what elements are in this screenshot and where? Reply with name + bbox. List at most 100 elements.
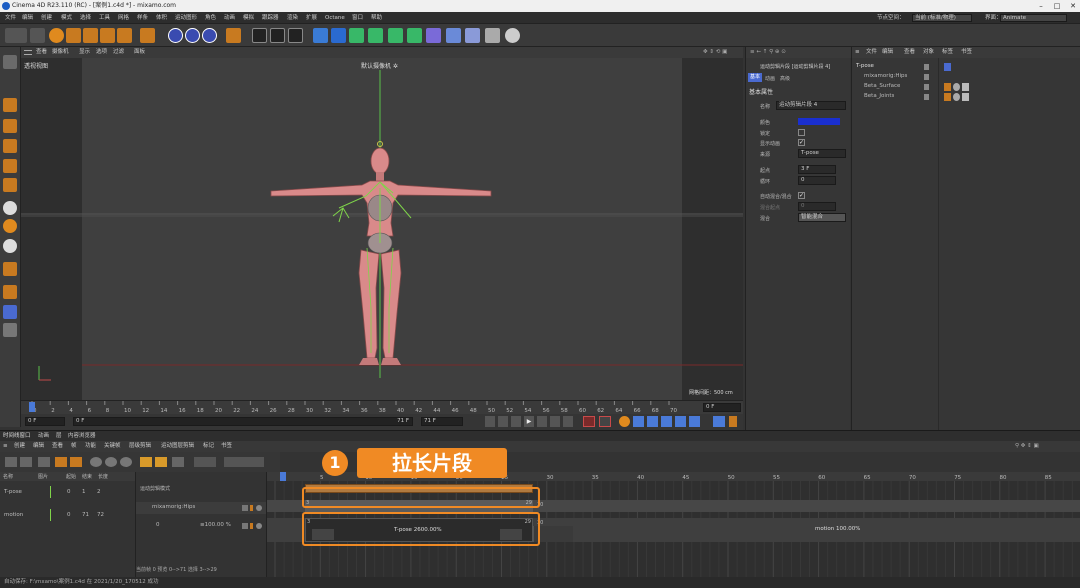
layout-select[interactable]: 当前 (标准/物理) — [912, 14, 972, 22]
undo-button[interactable] — [5, 28, 27, 43]
attr-automix-checkbox[interactable]: ✓ — [798, 192, 805, 199]
tl-tool-11-icon[interactable] — [172, 457, 184, 467]
tl-tool-1-icon[interactable] — [5, 457, 17, 467]
pen-icon[interactable] — [331, 28, 346, 43]
attr-offset-field[interactable]: 3 F — [798, 165, 836, 174]
om-menu-file[interactable]: 文件 — [866, 47, 877, 58]
tl-menu-motion-clip[interactable]: 运动图层剪辑 — [161, 441, 194, 452]
texture-mode-icon[interactable] — [3, 98, 17, 112]
rotate-icon[interactable] — [100, 28, 115, 43]
y-axis-icon[interactable] — [185, 28, 200, 43]
tl-tool-13-icon[interactable] — [224, 457, 264, 467]
material-tag-icon[interactable] — [953, 93, 960, 101]
tl-tool-6-icon[interactable] — [90, 457, 102, 467]
character-model[interactable] — [21, 58, 743, 400]
key-position-icon[interactable] — [619, 416, 630, 427]
skin-tag-icon[interactable] — [944, 83, 951, 91]
redo-button[interactable] — [30, 28, 45, 43]
close-icon[interactable]: ✕ — [1066, 0, 1080, 12]
paint-icon[interactable] — [3, 285, 17, 299]
tl-tool-7-icon[interactable] — [105, 457, 117, 467]
playhead[interactable] — [29, 402, 35, 412]
perspective-viewport[interactable]: 透视视图 默认摄像机 ✲ 网格间距：500 cm — [21, 58, 743, 400]
camera-icon[interactable] — [465, 28, 480, 43]
deformer-icon[interactable] — [388, 28, 403, 43]
axis-mode-icon[interactable] — [3, 178, 17, 192]
magnet-icon[interactable] — [3, 262, 17, 276]
attr-showanim-checkbox[interactable]: ✓ — [798, 139, 805, 146]
vp-menu-panel[interactable]: 面板 — [134, 47, 145, 58]
attr-source-field[interactable]: T-pose — [798, 149, 846, 158]
cloner-icon[interactable] — [368, 28, 383, 43]
attr-mixstart-field[interactable]: 0 — [798, 202, 836, 211]
clip-row-motion[interactable]: motion 0 71 72 — [0, 509, 135, 523]
tl-menu-bookmarks[interactable]: 书签 — [221, 441, 232, 452]
clip-solo-icon[interactable] — [242, 523, 248, 529]
tl-tool-9-icon[interactable] — [140, 457, 152, 467]
attr-name-field[interactable]: 运动剪辑片段 4 — [776, 101, 846, 110]
tl-tool-5-icon[interactable] — [70, 457, 82, 467]
tab-content-browser[interactable]: 内容浏览器 — [68, 431, 96, 441]
om-menu-icon[interactable]: ≡ — [855, 47, 860, 58]
maximize-icon[interactable]: □ — [1050, 0, 1064, 12]
tag-icon[interactable] — [944, 63, 951, 71]
interface-select[interactable]: Animate — [1000, 14, 1067, 22]
current-frame-field[interactable]: 0 F 71 F — [73, 417, 413, 426]
menu-render[interactable]: 渲染 — [287, 12, 298, 24]
subdivision-icon[interactable] — [349, 28, 364, 43]
tl-menu-keys[interactable]: 关键帧 — [104, 441, 121, 452]
attr-tab-advanced[interactable]: 高级 — [780, 75, 790, 82]
vp-menu-view[interactable]: 查看 — [36, 47, 47, 58]
tl-menu-layer-clip[interactable]: 层级剪辑 — [129, 441, 151, 452]
visibility-icon[interactable] — [924, 84, 929, 90]
points-mode-icon[interactable] — [3, 119, 17, 133]
menu-spline[interactable]: 样条 — [137, 12, 148, 24]
minimize-icon[interactable]: – — [1034, 0, 1048, 12]
transform-icon[interactable] — [140, 28, 155, 43]
tl-menu-markers[interactable]: 标记 — [203, 441, 214, 452]
key-scale-icon[interactable] — [633, 416, 644, 427]
make-editable-icon[interactable] — [3, 55, 17, 69]
menu-mograph[interactable]: 运动图形 — [175, 12, 197, 24]
play-button[interactable]: ▶ — [524, 416, 534, 427]
menu-create[interactable]: 创建 — [41, 12, 52, 24]
tl-tool-10-icon[interactable] — [155, 457, 167, 467]
menu-tools[interactable]: 工具 — [99, 12, 110, 24]
vp-menu-filter[interactable]: 过滤 — [113, 47, 124, 58]
timeline-playhead[interactable] — [280, 472, 286, 481]
last-frame-button[interactable] — [563, 416, 573, 427]
tab-timeline[interactable]: 时间线窗口 — [3, 431, 31, 441]
live-select-icon[interactable] — [49, 28, 64, 43]
start-frame-field[interactable]: 0 F — [25, 417, 65, 426]
om-menu-view[interactable]: 查看 — [904, 47, 915, 58]
object-row-tpose[interactable]: T-pose — [852, 62, 1080, 72]
light-icon[interactable] — [505, 28, 520, 43]
frame-ruler[interactable]: 0246810121416182022242628303234363840424… — [21, 400, 743, 414]
om-menu-edit[interactable]: 编辑 — [882, 47, 893, 58]
recent-tool-icon[interactable] — [117, 28, 132, 43]
attr-loop-field[interactable]: 0 — [798, 176, 836, 185]
tl-tool-3-icon[interactable] — [38, 457, 50, 467]
tl-menu-icon[interactable]: ≡ — [3, 441, 8, 452]
tl-tool-8-icon[interactable] — [120, 457, 132, 467]
ruler-end-field[interactable]: 0 F — [703, 403, 741, 412]
layer-lock-icon[interactable] — [250, 505, 253, 511]
material-tag-icon[interactable] — [953, 83, 960, 91]
visibility-icon[interactable] — [924, 64, 929, 70]
coord-system-icon[interactable] — [226, 28, 241, 43]
tab-layer[interactable]: 层 — [56, 431, 62, 441]
attr-tab-anim[interactable]: 动画 — [765, 75, 775, 82]
end-frame-field[interactable]: 71 F — [421, 417, 463, 426]
object-row-surface[interactable]: Beta_Surface — [852, 82, 1080, 92]
z-axis-icon[interactable] — [202, 28, 217, 43]
polygons-mode-icon[interactable] — [3, 159, 17, 173]
snap-icon[interactable] — [3, 201, 17, 215]
record-button[interactable] — [583, 416, 595, 427]
tl-menu-edit[interactable]: 编辑 — [33, 441, 44, 452]
om-menu-bookmarks[interactable]: 书签 — [961, 47, 972, 58]
layer-row-hips[interactable]: mixamorig:Hips — [136, 502, 266, 514]
menu-file[interactable]: 文件 — [5, 12, 16, 24]
menu-octane[interactable]: Octane — [325, 12, 345, 24]
menu-animate[interactable]: 动画 — [224, 12, 235, 24]
attr-nav-icons[interactable]: ≡ ← ↑ ⚲ ⊕ ⊙ — [750, 47, 786, 58]
